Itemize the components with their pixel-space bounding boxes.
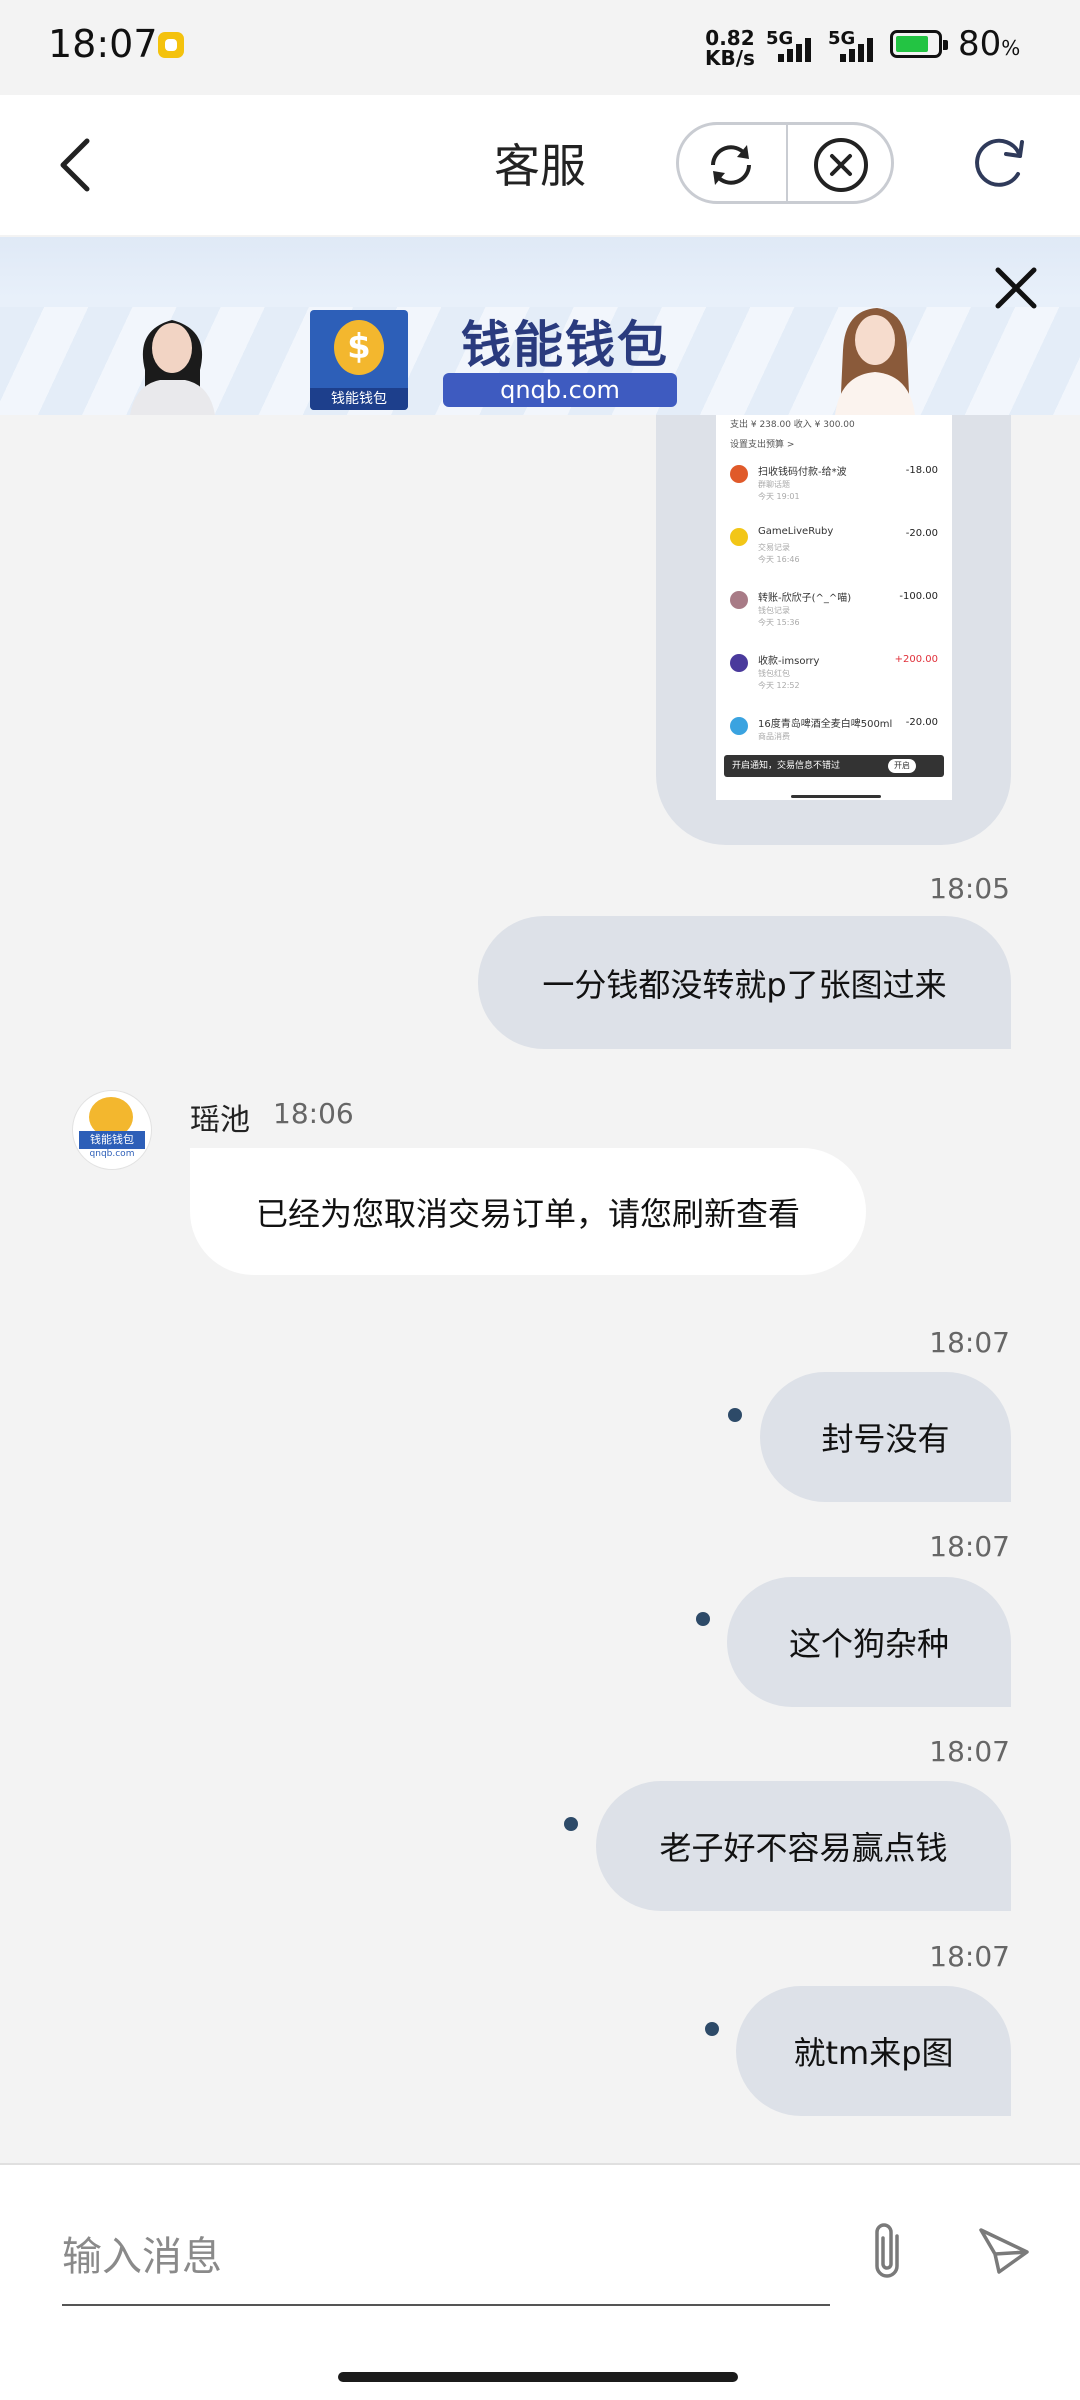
refresh-icon[interactable]: [970, 132, 1030, 192]
battery-percent-unit: %: [1001, 36, 1021, 60]
message-bubble[interactable]: 一分钱都没转就p了张图过来: [478, 916, 1011, 1049]
ad-url: qnqb.com: [443, 373, 677, 407]
screenshot-transaction-row: 收款-imsorry 钱包红包 今天 12:52 +200.00: [716, 644, 952, 704]
ad-model-image: [815, 300, 935, 415]
network-speed-unit: KB/s: [705, 46, 755, 70]
page-title: 客服: [494, 139, 586, 193]
transaction-icon: [730, 717, 748, 735]
switch-icon[interactable]: [701, 135, 761, 195]
transaction-icon: [730, 528, 748, 546]
message-bubble[interactable]: 已经为您取消交易订单，请您刷新查看: [190, 1148, 866, 1275]
notification-dot-icon: [158, 32, 184, 58]
network-speed-value: 0.82: [705, 26, 755, 50]
message-bubble[interactable]: 就tm来p图: [736, 1986, 1011, 2116]
ad-logo: $ 钱能钱包: [310, 310, 408, 410]
transaction-amount: -20.00: [905, 528, 938, 539]
message-timestamp: 18:06: [273, 1097, 354, 1130]
transaction-sub: 群聊话题: [758, 480, 790, 489]
avatar-sub-text: qnqb.com: [89, 1149, 135, 1159]
transaction-time: 今天 15:36: [758, 618, 800, 627]
transaction-icon: [730, 465, 748, 483]
header-action-pill: [676, 122, 894, 204]
battery-fill: [896, 36, 928, 52]
ad-brand-name: 钱能钱包: [461, 315, 669, 374]
transaction-name: 收款-imsorry: [758, 656, 820, 667]
message-timestamp: 18:07: [929, 1530, 1010, 1563]
transaction-time: 今天 12:52: [758, 681, 800, 690]
transaction-sub: 商品消费: [758, 732, 790, 741]
pending-dot-icon: [728, 1408, 742, 1422]
sender-name: 瑶池: [190, 1103, 250, 1138]
screenshot-transaction-row: 16度青岛啤酒全麦白啤500ml 商品消费 -20.00: [716, 707, 952, 767]
attach-icon[interactable]: [862, 2218, 912, 2284]
send-icon[interactable]: [975, 2222, 1033, 2280]
avatar-text: 钱能钱包: [79, 1131, 145, 1149]
message-timestamp: 18:07: [929, 1326, 1010, 1359]
screenshot-budget-link: 设置支出预算 >: [730, 440, 795, 450]
transaction-amount: -20.00: [905, 717, 938, 728]
transaction-icon: [730, 654, 748, 672]
transaction-amount: -18.00: [905, 465, 938, 476]
transaction-icon: [730, 591, 748, 609]
ad-model-image: [115, 300, 230, 415]
home-indicator[interactable]: [338, 2372, 738, 2382]
transaction-sub: 钱包红包: [758, 669, 790, 678]
screenshot-transaction-row: 转账-欣欣子(^_^喵) 钱包记录 今天 15:36 -100.00: [716, 581, 952, 641]
avatar[interactable]: 钱能钱包 qnqb.com: [72, 1090, 152, 1170]
transaction-sub: 交易记录: [758, 543, 790, 552]
transaction-name: 转账-欣欣子(^_^喵): [758, 593, 852, 604]
network-speed: 0.82 KB/s: [705, 28, 755, 68]
close-icon[interactable]: [990, 262, 1042, 314]
message-bubble[interactable]: 封号没有: [760, 1372, 1011, 1502]
status-time: 18:07: [48, 22, 158, 66]
screenshot-transaction-row: 扫收钱码付款-给*波 群聊话题 今天 19:01 -18.00: [716, 455, 952, 515]
pending-dot-icon: [705, 2022, 719, 2036]
transaction-name: 16度青岛啤酒全麦白啤500ml: [758, 719, 893, 730]
transaction-sub: 钱包记录: [758, 606, 790, 615]
message-timestamp: 18:07: [929, 1735, 1010, 1768]
transaction-name: GameLiveRuby: [758, 526, 834, 537]
battery-percent-value: 80: [958, 24, 1002, 64]
signal-icon: 5G: [828, 28, 873, 62]
message-timestamp: 18:07: [929, 1940, 1010, 1973]
pending-dot-icon: [564, 1817, 578, 1831]
message-timestamp: 18:05: [929, 872, 1010, 905]
transaction-time: 今天 19:01: [758, 492, 800, 501]
close-circle-icon[interactable]: [811, 135, 871, 195]
pending-dot-icon: [696, 1612, 710, 1626]
transaction-name: 扫收钱码付款-给*波: [758, 467, 847, 478]
transaction-time: 今天 16:46: [758, 555, 800, 564]
message-bubble[interactable]: 这个狗杂种: [727, 1577, 1011, 1707]
screenshot-transaction-row: GameLiveRuby 交易记录 今天 16:46 -20.00: [716, 518, 952, 578]
screenshot-summary: 支出 ¥ 238.00 收入 ¥ 300.00: [730, 420, 855, 430]
transaction-amount: -100.00: [899, 591, 938, 602]
battery-charging-icon: [890, 30, 948, 58]
message-input[interactable]: [62, 2210, 830, 2306]
signal-icon: 5G: [766, 28, 811, 62]
battery-percent: 80%: [958, 24, 1020, 64]
ad-logo-text: 钱能钱包: [310, 388, 408, 410]
shared-screenshot-image[interactable]: 支出 ¥ 238.00 收入 ¥ 300.00 设置支出预算 > 开启通知，交易…: [716, 415, 952, 800]
message-bubble[interactable]: 老子好不容易赢点钱: [596, 1781, 1011, 1911]
transaction-amount: +200.00: [894, 654, 938, 665]
